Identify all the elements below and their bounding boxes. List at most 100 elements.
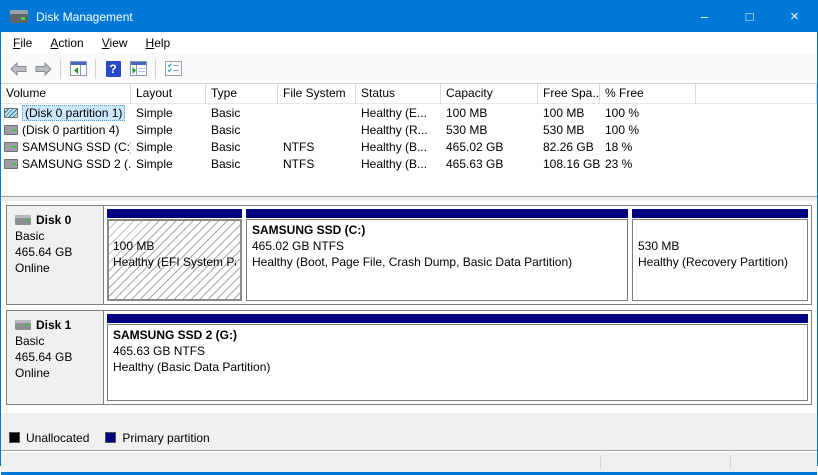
primary-partition-band xyxy=(632,209,808,218)
partition-size: 100 MB xyxy=(113,239,155,253)
legend-primary-partition: Primary partition xyxy=(105,431,210,445)
disk-management-icon xyxy=(10,10,28,23)
unallocated-swatch xyxy=(9,432,20,443)
column-header-pct-free[interactable]: % Free xyxy=(600,84,696,104)
disk-status: Online xyxy=(15,366,50,380)
graphical-view: Disk 0 Basic 465.64 GB Online 100 MB Hea… xyxy=(1,202,817,413)
cell-status: Healthy (E... xyxy=(361,105,428,120)
cell-free-space: 108.16 GB xyxy=(543,156,600,171)
close-button[interactable]: × xyxy=(772,1,817,32)
partition-icon xyxy=(4,107,18,118)
minimize-button[interactable]: – xyxy=(682,1,727,32)
partition-status: Healthy (Boot, Page File, Crash Dump, Ba… xyxy=(252,255,573,269)
disk-status: Online xyxy=(15,261,50,275)
status-bar-separator xyxy=(600,455,601,469)
cell-capacity: 465.02 GB xyxy=(446,139,504,154)
cell-layout: Simple xyxy=(136,122,173,137)
disk-1-panel[interactable]: Disk 1 Basic 465.64 GB Online xyxy=(7,311,104,404)
partition-label: SAMSUNG SSD (C:) xyxy=(252,223,366,237)
disk-icon xyxy=(15,320,31,330)
column-header-capacity[interactable]: Capacity xyxy=(441,84,538,104)
volume-name: (Disk 0 partition 4) xyxy=(22,122,120,137)
menu-action[interactable]: Action xyxy=(41,34,92,52)
partition-size: 465.02 GB NTFS xyxy=(252,239,345,253)
volume-row-samsung-ssd-c[interactable]: SAMSUNG SSD (C:) Simple Basic NTFS Healt… xyxy=(1,138,817,155)
volume-name: SAMSUNG SSD 2 (... xyxy=(22,156,131,171)
back-arrow-icon[interactable] xyxy=(7,58,29,80)
status-bar xyxy=(1,450,817,472)
customize-icon[interactable] xyxy=(162,58,184,80)
toolbar xyxy=(1,54,817,84)
partition-label xyxy=(638,222,802,238)
partition-samsung-ssd-2-g[interactable]: SAMSUNG SSD 2 (G:) 465.63 GB NTFS Health… xyxy=(107,314,808,401)
disk-type: Basic xyxy=(15,334,45,348)
partition-efi-system[interactable]: 100 MB Healthy (EFI System Pa xyxy=(107,209,242,301)
disk-name: Disk 1 xyxy=(36,318,72,332)
cell-pct-free: 100 % xyxy=(605,105,640,120)
cell-pct-free: 100 % xyxy=(605,122,640,137)
show-console-tree-icon[interactable] xyxy=(67,58,89,80)
cell-capacity: 530 MB xyxy=(446,122,488,137)
cell-layout: Simple xyxy=(136,105,173,120)
cell-free-space: 530 MB xyxy=(543,122,585,137)
column-header-type[interactable]: Type xyxy=(206,84,278,104)
disk-0-panel[interactable]: Disk 0 Basic 465.64 GB Online xyxy=(7,206,104,304)
column-header-status[interactable]: Status xyxy=(356,84,441,104)
legend-label: Unallocated xyxy=(26,430,90,445)
column-header-layout[interactable]: Layout xyxy=(131,84,206,104)
disk-size: 465.64 GB xyxy=(15,350,73,364)
cell-capacity: 465.63 GB xyxy=(446,156,504,171)
volume-icon xyxy=(4,141,18,152)
partition-size: 465.63 GB NTFS xyxy=(113,344,206,358)
cell-status: Healthy (R... xyxy=(361,122,428,137)
forward-arrow-icon[interactable] xyxy=(32,58,54,80)
column-header-volume[interactable]: Volume xyxy=(1,84,131,104)
partition-size: 530 MB xyxy=(638,239,680,253)
cell-free-space: 82.26 GB xyxy=(543,139,594,154)
menu-help[interactable]: Help xyxy=(137,34,180,52)
volume-row-disk0-partition1[interactable]: (Disk 0 partition 1) Simple Basic Health… xyxy=(1,104,817,121)
toolbar-separator xyxy=(60,58,61,79)
volume-name: SAMSUNG SSD (C:) xyxy=(22,139,131,154)
primary-partition-band xyxy=(107,209,242,218)
maximize-button[interactable]: □ xyxy=(727,1,772,32)
cell-file-system: NTFS xyxy=(283,156,315,171)
volume-icon xyxy=(4,158,18,169)
volume-list: Volume Layout Type File System Status Ca… xyxy=(1,84,817,196)
partition-status: Healthy (EFI System Pa xyxy=(113,255,236,269)
menu-file[interactable]: File xyxy=(4,34,41,52)
volume-row-disk0-partition4[interactable]: (Disk 0 partition 4) Simple Basic Health… xyxy=(1,121,817,138)
cell-type: Basic xyxy=(211,156,241,171)
cell-layout: Simple xyxy=(136,156,173,171)
cell-file-system: NTFS xyxy=(283,139,315,154)
partition-recovery[interactable]: 530 MB Healthy (Recovery Partition) xyxy=(632,209,808,301)
window-title: Disk Management xyxy=(36,9,133,24)
status-bar-separator xyxy=(730,455,731,469)
partition-label xyxy=(113,222,236,238)
help-icon[interactable] xyxy=(102,58,124,80)
cell-type: Basic xyxy=(211,139,241,154)
primary-partition-swatch xyxy=(105,432,117,443)
volume-row-samsung-ssd-2[interactable]: SAMSUNG SSD 2 (... Simple Basic NTFS Hea… xyxy=(1,155,817,172)
title-bar: Disk Management – □ × xyxy=(1,1,817,32)
show-action-pane-icon[interactable] xyxy=(127,58,149,80)
cell-free-space: 100 MB xyxy=(543,105,585,120)
toolbar-separator xyxy=(95,58,96,79)
partition-label: SAMSUNG SSD 2 (G:) xyxy=(113,328,238,342)
column-header-file-system[interactable]: File System xyxy=(278,84,356,104)
column-header-empty xyxy=(696,84,817,104)
cell-pct-free: 23 % xyxy=(605,156,633,171)
toolbar-separator xyxy=(155,58,156,79)
column-header-free-space[interactable]: Free Spa... xyxy=(538,84,600,104)
cell-type: Basic xyxy=(211,105,241,120)
menu-bar: File Action View Help xyxy=(1,32,817,54)
menu-view[interactable]: View xyxy=(93,34,137,52)
volume-icon xyxy=(4,124,18,135)
volume-name: (Disk 0 partition 1) xyxy=(22,104,126,121)
partition-samsung-ssd-c[interactable]: SAMSUNG SSD (C:) 465.02 GB NTFS Healthy … xyxy=(246,209,628,301)
disk-type: Basic xyxy=(15,229,45,243)
partition-status: Healthy (Basic Data Partition) xyxy=(113,360,271,374)
primary-partition-band xyxy=(246,209,628,218)
disk-size: 465.64 GB xyxy=(15,245,73,259)
disk-0-block: Disk 0 Basic 465.64 GB Online 100 MB Hea… xyxy=(6,205,812,305)
